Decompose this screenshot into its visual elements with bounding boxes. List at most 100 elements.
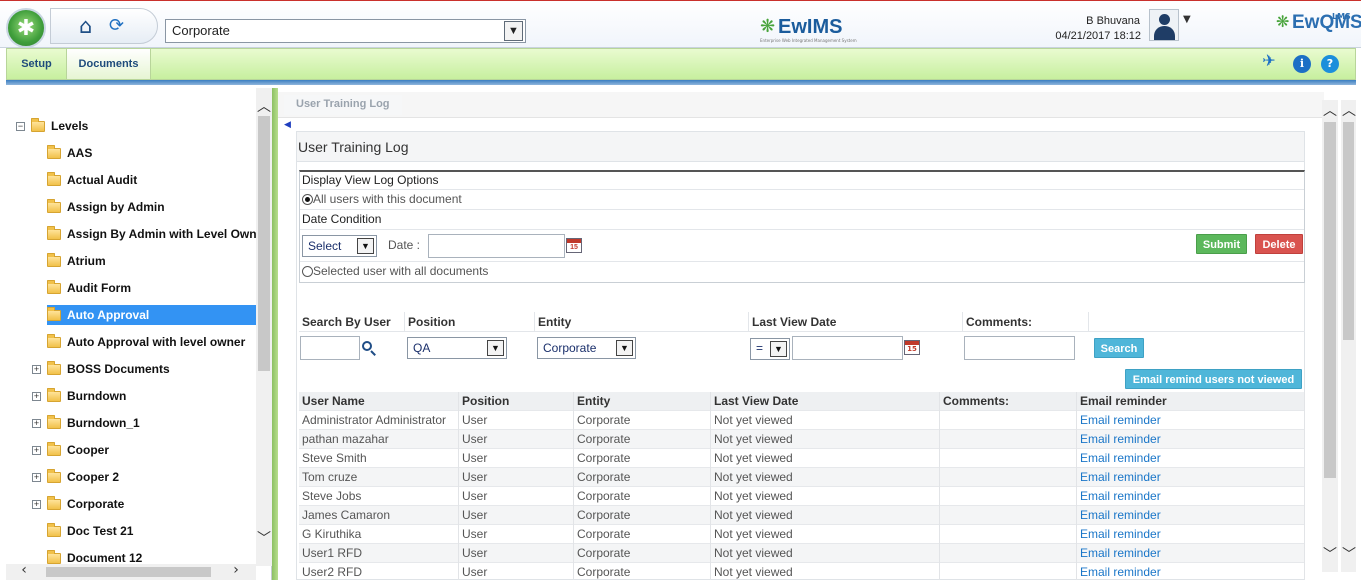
email-remind-button[interactable]: Email remind users not viewed <box>1125 369 1302 389</box>
tree-item[interactable]: AAS <box>47 143 92 163</box>
cell-email-reminder[interactable]: Email reminder <box>1077 525 1305 544</box>
calendar-icon[interactable]: 15 <box>566 238 582 253</box>
filter-header-comments: Comments: <box>963 312 1089 332</box>
user-avatar-icon[interactable] <box>1149 9 1179 41</box>
option-selected-user-row[interactable]: Selected user with all documents <box>300 262 1304 282</box>
option-selected-user-radio[interactable] <box>302 266 313 277</box>
pin-icon[interactable]: ✈ <box>1260 52 1278 70</box>
search-user-input[interactable] <box>300 336 360 360</box>
scroll-up-icon[interactable]: ︿ <box>1322 100 1338 120</box>
scroll-right-icon[interactable]: › <box>228 562 244 578</box>
chevron-down-icon[interactable]: ▼ <box>504 21 523 41</box>
option-all-users-radio[interactable] <box>302 194 313 205</box>
scroll-down-icon[interactable]: ﹀ <box>256 528 272 548</box>
option-all-users-label: All users with this document <box>313 192 462 206</box>
expand-icon[interactable]: + <box>32 472 41 482</box>
tree-item[interactable]: + Burndown <box>32 386 126 406</box>
collapse-left-icon[interactable]: ◀ <box>284 120 291 130</box>
search-icon[interactable] <box>361 340 377 356</box>
last-view-date-input[interactable] <box>792 336 903 360</box>
cell-email-reminder[interactable]: Email reminder <box>1077 544 1305 563</box>
cell-email-reminder[interactable]: Email reminder <box>1077 487 1305 506</box>
delete-button[interactable]: Delete <box>1255 234 1303 254</box>
tree-item[interactable]: + Burndown_1 <box>32 413 140 433</box>
tree-item[interactable]: Assign by Admin <box>47 197 165 217</box>
chevron-down-icon[interactable]: ▼ <box>770 341 787 357</box>
tree-item[interactable]: + BOSS Documents <box>32 359 170 379</box>
tree-vertical-scrollbar[interactable]: ︿ ﹀ <box>256 88 272 566</box>
level-tree-panel: − Levels AAS Actual Audit Assign by Admin A… <box>6 88 272 580</box>
brand-logo-center: ❋ EwIMS Enterprise Web Integrated Manage… <box>760 16 857 44</box>
date-input[interactable] <box>428 234 565 258</box>
tree-item-label: Auto Approval with level owner <box>67 335 246 349</box>
date-condition-select[interactable]: Select ▼ <box>302 235 377 257</box>
menu-setup[interactable]: Setup <box>7 49 67 79</box>
brand-right-superscript: LMS <box>1332 12 1351 21</box>
tree-item[interactable]: Auto Approval <box>47 305 256 325</box>
breadcrumb-bar <box>278 92 1324 118</box>
chevron-down-icon[interactable]: ▼ <box>487 340 504 356</box>
collapse-icon[interactable]: − <box>16 121 25 131</box>
operator-select[interactable]: = ▼ <box>750 338 790 360</box>
scroll-up-icon[interactable]: ︿ <box>1341 100 1356 120</box>
help-icon[interactable]: ? <box>1321 55 1339 73</box>
scroll-down-icon[interactable]: ﹀ <box>1341 544 1356 564</box>
page-vertical-scrollbar[interactable]: ︿ ﹀ <box>1341 100 1356 572</box>
tree-item[interactable]: + Cooper <box>32 440 109 460</box>
scroll-left-icon[interactable]: ‹ <box>16 562 32 578</box>
entity-select[interactable]: Corporate ▼ <box>165 19 526 43</box>
top-header: ✱ ⌂ ⟳ Corporate ▼ ❋ EwIMS Enterprise Web… <box>0 0 1361 48</box>
chevron-down-icon[interactable]: ▼ <box>616 340 633 356</box>
tree-item[interactable]: Assign By Admin with Level Owner <box>47 224 256 244</box>
options-heading: Display View Log Options <box>300 172 1304 190</box>
tree-root-levels[interactable]: − Levels <box>16 116 88 136</box>
breadcrumb[interactable]: User Training Log <box>284 95 402 115</box>
cell-email-reminder[interactable]: Email reminder <box>1077 506 1305 525</box>
cell-email-reminder[interactable]: Email reminder <box>1077 411 1305 430</box>
app-logo-icon[interactable]: ✱ <box>6 8 46 48</box>
tree-item[interactable]: + Cooper 2 <box>32 467 119 487</box>
refresh-icon[interactable]: ⟳ <box>109 16 129 36</box>
content-scroll-thumb[interactable] <box>1324 122 1336 478</box>
search-button[interactable]: Search <box>1094 338 1144 358</box>
tree-horizontal-scrollbar[interactable]: ‹ › <box>6 562 256 580</box>
position-select[interactable]: QA ▼ <box>407 337 507 359</box>
content-vertical-scrollbar[interactable]: ︿ ﹀ <box>1322 100 1338 572</box>
expand-icon[interactable]: + <box>32 445 41 455</box>
cell-email-reminder[interactable]: Email reminder <box>1077 563 1305 580</box>
tree-item[interactable]: + Corporate <box>32 494 124 514</box>
cell-email-reminder[interactable]: Email reminder <box>1077 449 1305 468</box>
expand-icon[interactable]: + <box>32 418 41 428</box>
expand-icon[interactable]: + <box>32 499 41 509</box>
page-scroll-thumb[interactable] <box>1343 122 1354 340</box>
folder-icon <box>47 360 61 375</box>
tree-item[interactable]: Actual Audit <box>47 170 137 190</box>
entity-filter-value: Corporate <box>543 341 597 355</box>
info-icon[interactable]: i <box>1293 55 1311 73</box>
menu-documents[interactable]: Documents <box>67 49 151 79</box>
cell-email-reminder[interactable]: Email reminder <box>1077 430 1305 449</box>
tree-item-label: Corporate <box>67 497 125 511</box>
expand-icon[interactable]: + <box>32 364 41 374</box>
scroll-down-icon[interactable]: ﹀ <box>1322 544 1338 564</box>
scroll-up-icon[interactable]: ︿ <box>256 96 272 116</box>
tree-item[interactable]: Atrium <box>47 251 106 271</box>
tree-item[interactable]: Auto Approval with level owner <box>47 332 245 352</box>
cell-email-reminder[interactable]: Email reminder <box>1077 468 1305 487</box>
cell-position: User <box>459 411 574 430</box>
entity-filter-select[interactable]: Corporate ▼ <box>537 337 636 359</box>
tree-hscroll-thumb[interactable] <box>46 567 211 577</box>
option-all-users-row[interactable]: All users with this document <box>300 190 1304 210</box>
folder-icon <box>47 198 61 213</box>
tree-item[interactable]: Audit Form <box>47 278 131 298</box>
submit-button[interactable]: Submit <box>1196 234 1247 254</box>
home-icon[interactable]: ⌂ <box>79 15 103 37</box>
chevron-down-icon[interactable]: ▼ <box>357 238 374 254</box>
calendar-icon[interactable]: 15 <box>904 340 920 355</box>
folder-icon <box>47 414 61 429</box>
comments-input[interactable] <box>964 336 1075 360</box>
expand-icon[interactable]: + <box>32 391 41 401</box>
tree-item[interactable]: Doc Test 21 <box>47 521 133 541</box>
tree-scroll-thumb[interactable] <box>258 116 270 371</box>
caret-down-icon[interactable]: ▼ <box>1183 14 1191 25</box>
